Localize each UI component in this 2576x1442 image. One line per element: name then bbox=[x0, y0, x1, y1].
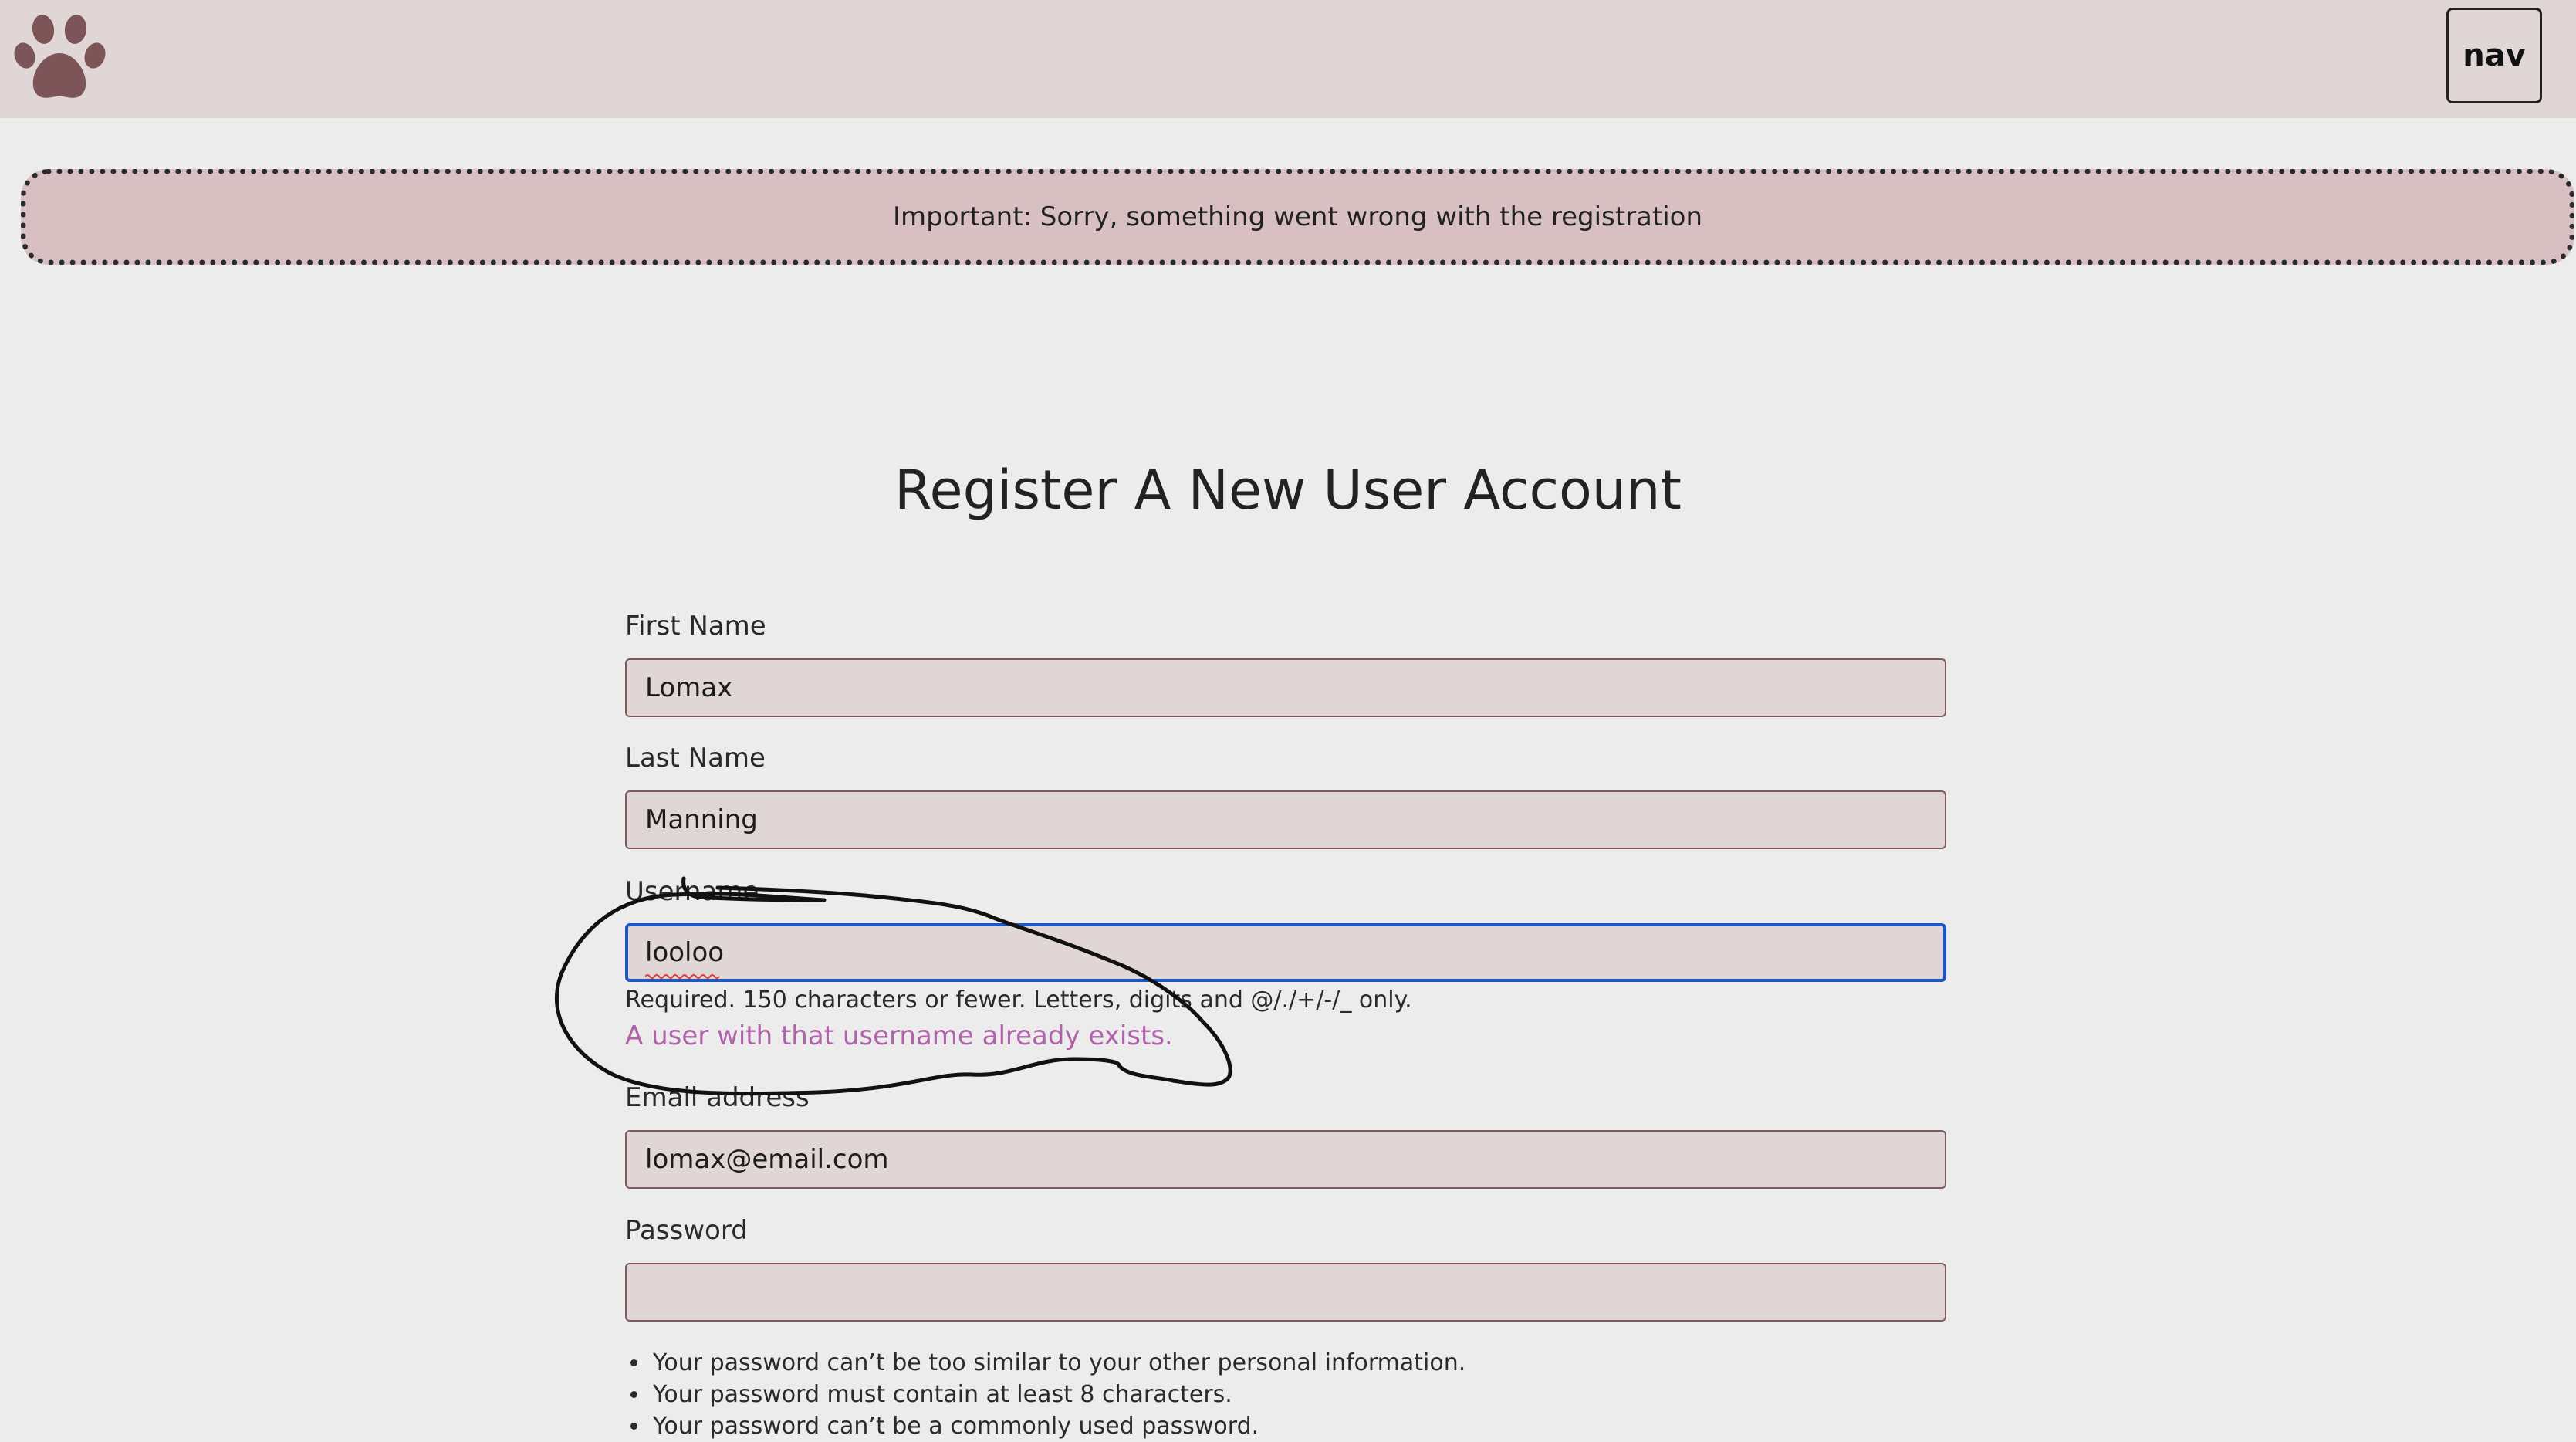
spellcheck-underline bbox=[645, 974, 720, 979]
first-name-input[interactable] bbox=[625, 658, 1946, 717]
password-input[interactable] bbox=[625, 1263, 1946, 1322]
password-rule: Your password can’t be a commonly used p… bbox=[650, 1410, 1465, 1442]
password-rule: Your password can’t be too similar to yo… bbox=[650, 1347, 1465, 1379]
password-rules-list: Your password can’t be too similar to yo… bbox=[625, 1347, 1465, 1442]
top-bar: nav bbox=[0, 0, 2576, 118]
email-label: Email address bbox=[625, 1082, 810, 1113]
last-name-input[interactable] bbox=[625, 790, 1946, 849]
username-label: Username bbox=[625, 876, 759, 907]
paw-icon[interactable] bbox=[11, 11, 111, 103]
page-title: Register A New User Account bbox=[894, 459, 1682, 522]
username-help-text: Required. 150 characters or fewer. Lette… bbox=[625, 987, 1412, 1014]
password-label: Password bbox=[625, 1215, 748, 1246]
username-input[interactable] bbox=[625, 923, 1946, 982]
last-name-label: Last Name bbox=[625, 743, 766, 773]
alert-message: Important: Sorry, something went wrong w… bbox=[892, 201, 1703, 232]
error-alert: Important: Sorry, something went wrong w… bbox=[21, 169, 2574, 265]
nav-button[interactable]: nav bbox=[2446, 8, 2542, 103]
username-error-text: A user with that username already exists… bbox=[625, 1021, 1173, 1051]
password-rule: Your password must contain at least 8 ch… bbox=[650, 1379, 1465, 1410]
email-input[interactable] bbox=[625, 1130, 1946, 1189]
first-name-label: First Name bbox=[625, 611, 766, 641]
